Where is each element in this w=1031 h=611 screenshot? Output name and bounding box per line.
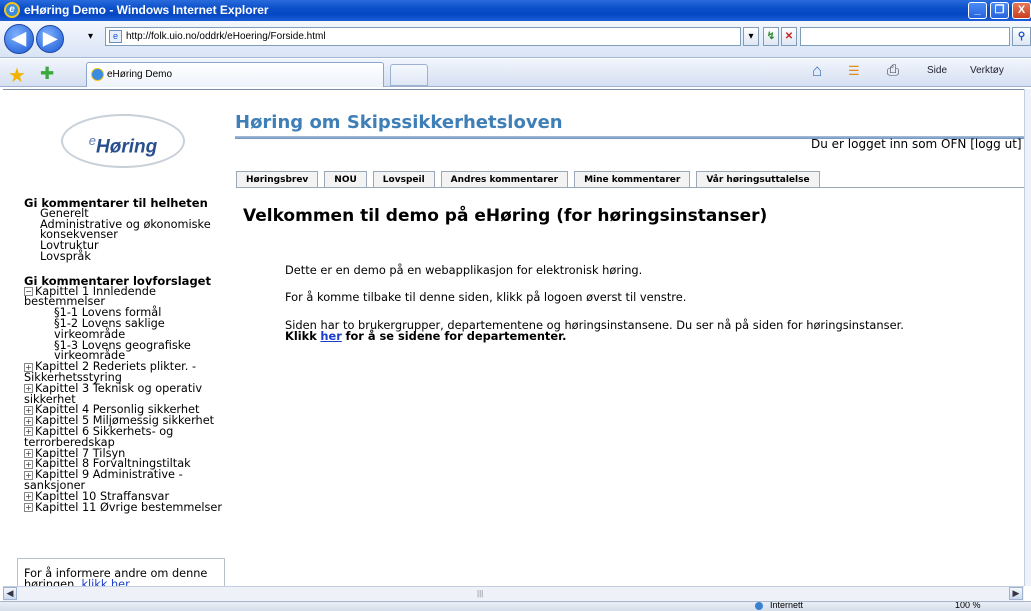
search-input[interactable] [800,27,1010,46]
tab-horingsbrev[interactable]: Høringsbrev [236,171,319,187]
add-favorites-icon[interactable]: ✚ [40,64,54,84]
share-info-box: For å informere andre om denne høringen,… [17,558,225,586]
address-dropdown-button[interactable]: ▾ [743,27,759,46]
sidebar: Gi kommentarer til helheten Generelt Adm… [24,197,224,514]
favorites-star-icon[interactable]: ★ [8,63,26,88]
tab-mine-kommentarer[interactable]: Mine kommentarer [574,171,691,187]
print-icon[interactable]: ⎙ [887,62,899,79]
ehoring-logo[interactable]: eHøring [61,114,185,168]
stop-button[interactable]: ✕ [781,27,797,46]
address-bar[interactable]: e http://folk.uio.no/oddrk/eHoering/Fors… [105,27,741,46]
sidebar-chapter-3[interactable]: + Kapittel 3 Teknisk og operativ sikkerhe… [24,383,224,406]
address-url: http://folk.uio.no/oddrk/eHoering/Forsid… [126,31,326,42]
history-dropdown-icon[interactable]: ▾ [88,31,93,42]
page-title: Høring om Skipssikkerhetsloven [235,112,563,133]
page-content: eHøring Høring om Skipssikkerhetsloven D… [3,89,1028,586]
share-info-link[interactable]: klikk her [81,578,129,586]
sidebar-item-1-2[interactable]: §1-2 Lovens saklige virkeområde [24,318,224,341]
logged-in-status: Du er logget inn som OFN [logg ut] [811,137,1022,151]
sidebar-chapter-1[interactable]: − Kapittel 1 Innledende bestemmelser [24,285,224,309]
sidebar-item-administrative[interactable]: Administrative og økonomiske konsekvense… [24,219,224,242]
status-bar: Internett 100 % [0,601,1031,611]
back-button[interactable]: ◀ [4,24,34,54]
departments-link[interactable]: her [320,329,341,343]
sidebar-chapter-6[interactable]: + Kapittel 6 Sikkerhets- og terrorberedsk… [24,426,224,449]
internet-explorer-icon: e [4,2,20,18]
scroll-right-arrow-icon[interactable]: ▶ [1009,587,1023,600]
page-tabs: Høringsbrev NOU Lovspeil Andres kommenta… [236,171,826,187]
internet-zone-icon [755,602,763,610]
search-go-button[interactable]: ⚲ [1012,27,1031,46]
restore-button[interactable]: ❐ [990,2,1009,19]
tools-menu-button[interactable]: Verktøy [970,65,1004,76]
vertical-scrollbar[interactable] [1024,89,1031,586]
page-icon: e [109,30,122,43]
feeds-icon[interactable]: ☰ [848,63,860,79]
scroll-left-arrow-icon[interactable]: ◀ [3,587,17,600]
tab-favicon-icon [91,68,104,81]
forward-button[interactable]: ▶ [36,25,64,53]
new-tab-button[interactable] [390,64,428,86]
usergroups-paragraph: Siden har to brukergrupper, departemente… [285,318,904,343]
tabs-baseline [236,187,1026,188]
tab-var-horingsuttalelse[interactable]: Vår høringsuttalelse [696,171,820,187]
sidebar-chapter-9[interactable]: + Kapittel 9 Administrative - sanksjoner [24,469,224,492]
close-button[interactable]: X [1012,2,1031,19]
window-title-bar[interactable]: e eHøring Demo - Windows Internet Explor… [0,0,1031,21]
tab-label: eHøring Demo [107,69,173,80]
zoom-level[interactable]: 100 % [955,602,981,610]
expand-icon[interactable]: + [24,459,33,469]
refresh-button[interactable]: ↯ [763,27,779,46]
sidebar-item-1-3[interactable]: §1-3 Lovens geografiske virkeområde [24,340,224,363]
sidebar-chapter-11[interactable]: + Kapittel 11 Øvrige bestemmelser [24,501,224,514]
home-icon[interactable]: ⌂ [812,61,822,81]
horizontal-scrollbar[interactable]: ◀ ||| ▶ [3,586,1024,601]
minimize-button[interactable]: _ [968,2,987,19]
scroll-grip-icon[interactable]: ||| [477,589,483,598]
window-title: eHøring Demo - Windows Internet Explorer [24,3,269,17]
expand-icon[interactable]: + [24,492,33,502]
expand-icon[interactable]: + [24,416,33,426]
expand-icon[interactable]: + [24,449,33,459]
browser-tab[interactable]: eHøring Demo [86,62,384,87]
page-menu-button[interactable]: Side [927,65,947,76]
expand-icon[interactable]: + [24,405,33,415]
tab-lovspeil[interactable]: Lovspeil [372,171,435,187]
return-paragraph: For å komme tilbake til denne siden, kli… [285,290,687,304]
navigation-bar: ◀ ▶ ▾ e http://folk.uio.no/oddrk/eHoerin… [0,21,1031,58]
expand-icon[interactable]: + [24,503,33,513]
tab-nou[interactable]: NOU [324,171,367,187]
tab-andres-kommentarer[interactable]: Andres kommentarer [440,171,569,187]
sidebar-item-lovsprak[interactable]: Lovspråk [24,251,224,263]
welcome-heading: Velkommen til demo på eHøring (for hørin… [243,206,768,226]
sidebar-chapter-2[interactable]: + Kapittel 2 Rederiets plikter. - Sikkerh… [24,361,224,384]
intro-paragraph: Dette er en demo på en webapplikasjon fo… [285,263,643,277]
security-zone-label: Internett [770,601,804,610]
